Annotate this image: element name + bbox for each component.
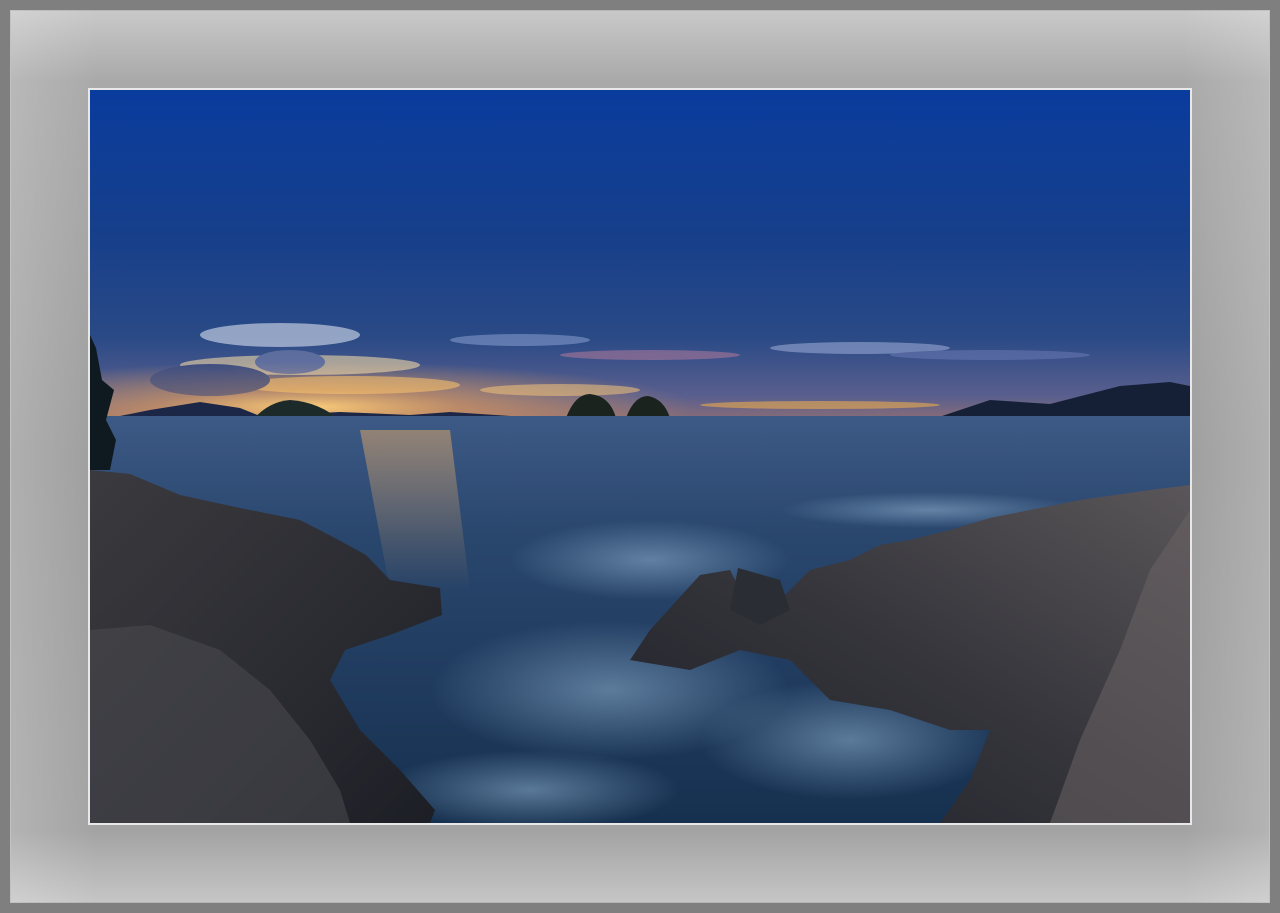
landscape-photo [90,90,1190,823]
photo-scene [90,90,1190,823]
outer-frame [0,0,1280,913]
